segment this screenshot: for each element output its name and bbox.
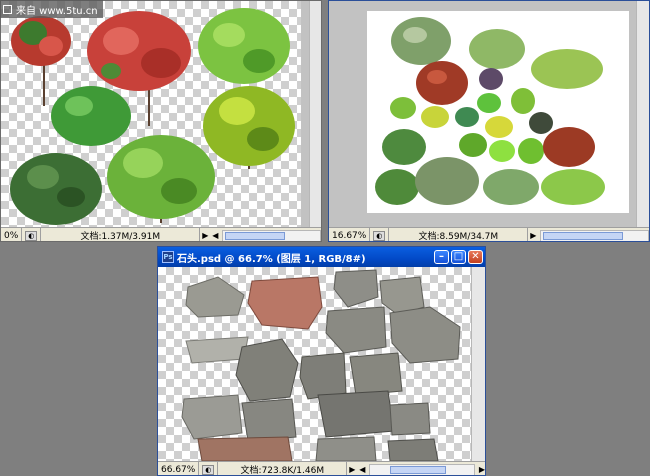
arrow-right-icon[interactable]: ▶ [528,231,538,240]
scroll-thumb[interactable] [225,231,286,240]
status-info-icon[interactable]: ◐ [202,464,215,475]
transparent-canvas[interactable] [158,267,471,461]
horizontal-scrollbar[interactable] [540,229,649,241]
trees-artwork [10,8,295,225]
zoom-level[interactable]: 66.67% [158,462,200,475]
document-size[interactable]: 文档:8.59M/34.7M [388,228,529,241]
image-canvas[interactable] [367,11,629,213]
arrow-right-icon[interactable]: ▶ [477,465,485,474]
stones-artwork [181,269,461,461]
shrubs-artwork [375,17,605,205]
logo-icon [3,4,12,14]
close-icon[interactable]: ✕ [468,250,483,264]
window-title: 石头.psd @ 66.7% (图层 1, RGB/8#) [177,253,366,265]
status-info-icon[interactable]: ◐ [25,230,38,241]
vertical-scrollbar[interactable] [636,1,649,227]
horizontal-scrollbar[interactable] [222,229,321,241]
arrow-right-icon[interactable]: ▶ [200,231,210,240]
vertical-scrollbar[interactable] [471,267,485,461]
photoshop-icon: Ps [162,251,174,263]
trees-document-window[interactable]: 0% ◐ 文档:1.37M/3.91M ▶ ◀ [0,0,322,242]
status-bar: 0% ◐ 文档:1.37M/3.91M ▶ ◀ [1,227,321,241]
vertical-scrollbar[interactable] [309,1,321,227]
status-bar: 66.67% ◐ 文档:723.8K/1.46M ▶ ◀ ▶ [158,461,485,475]
zoom-level[interactable]: 0% [1,228,23,241]
watermark-text: 来自 www.5tu.cn [16,5,98,17]
arrow-left-icon[interactable]: ◀ [357,465,367,474]
document-size[interactable]: 文档:723.8K/1.46M [217,462,348,475]
document-size[interactable]: 文档:1.37M/3.91M [40,228,201,241]
scroll-thumb[interactable] [543,231,624,240]
arrow-right-icon[interactable]: ▶ [347,465,357,474]
title-bar[interactable]: Ps 石头.psd @ 66.7% (图层 1, RGB/8#) – □ ✕ [158,247,485,267]
site-watermark: 来自 www.5tu.cn [0,0,103,18]
scroll-thumb[interactable] [390,465,447,474]
arrow-left-icon[interactable]: ◀ [210,231,220,240]
shrubs-document-window[interactable]: 16.67% ◐ 文档:8.59M/34.7M ▶ [328,0,650,242]
status-info-icon[interactable]: ◐ [373,230,386,241]
maximize-icon[interactable]: □ [451,250,466,264]
transparent-canvas[interactable] [1,1,301,227]
stones-document-window[interactable]: Ps 石头.psd @ 66.7% (图层 1, RGB/8#) – □ ✕ 6… [157,246,486,476]
status-bar: 16.67% ◐ 文档:8.59M/34.7M ▶ [329,227,649,241]
zoom-level[interactable]: 16.67% [329,228,371,241]
horizontal-scrollbar[interactable] [369,463,475,475]
canvas-pasteboard [301,1,309,227]
minimize-icon[interactable]: – [434,250,449,264]
